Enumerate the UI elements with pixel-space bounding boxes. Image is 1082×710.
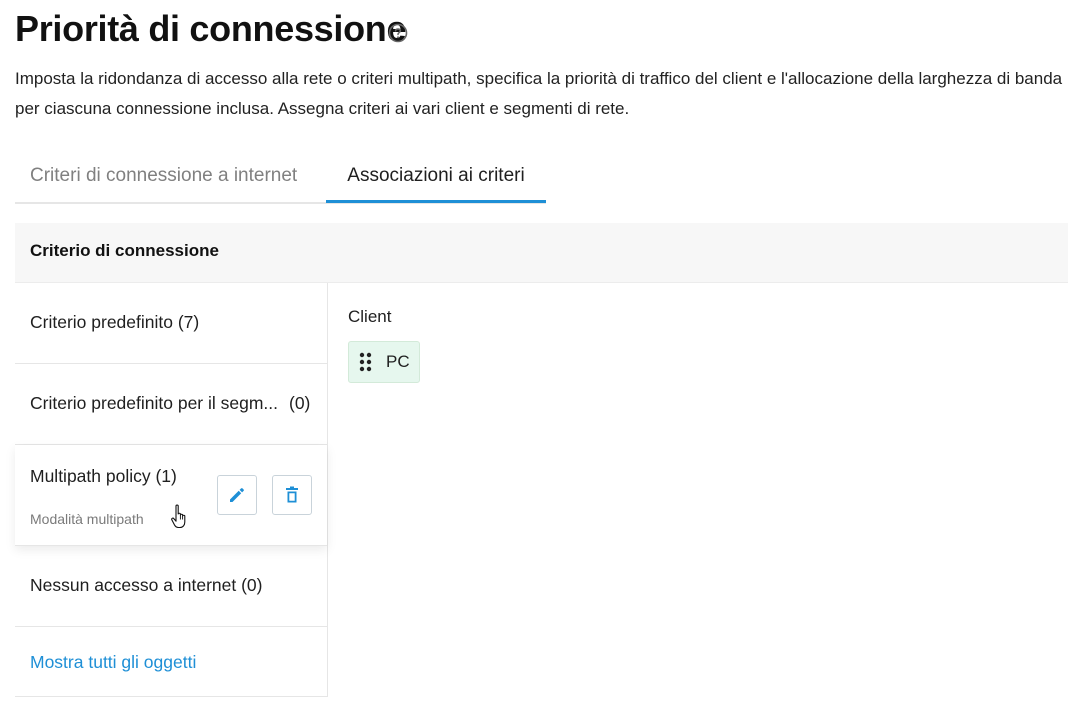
- pencil-icon: [230, 488, 244, 502]
- list-item-label: Criterio predefinito (7): [30, 312, 200, 332]
- list-item-sublabel: Modalità multipath: [30, 511, 144, 527]
- tab-internet-connection-criteria[interactable]: Criteri di connessione a internet: [30, 153, 297, 200]
- list-item-label: Multipath policy (1): [30, 466, 177, 486]
- tab-bar: Criteri di connessione a internet Associ…: [15, 153, 546, 204]
- panel-header-label: Criterio di connessione: [30, 241, 219, 260]
- tab-criteria-associations[interactable]: Associazioni ai criteri: [326, 153, 546, 203]
- criteria-list: Criterio predefinito (7) Criterio predef…: [15, 283, 328, 697]
- delete-button[interactable]: [272, 475, 312, 515]
- list-item-default-segment-criterion[interactable]: Criterio predefinito per il segm... (0): [15, 364, 327, 445]
- panel-header: Criterio di connessione: [15, 223, 1068, 283]
- clients-label: Client: [348, 307, 392, 326]
- list-item-default-criterion[interactable]: Criterio predefinito (7): [15, 283, 327, 364]
- page-description: Imposta la ridondanza di accesso alla re…: [15, 69, 1063, 118]
- client-chip-label: PC: [386, 352, 410, 371]
- list-item-no-internet[interactable]: Nessun accesso a internet (0): [15, 546, 327, 627]
- hand-pointer-icon: [171, 504, 186, 529]
- trash-icon: [286, 486, 298, 503]
- client-chip[interactable]: PC: [348, 341, 420, 383]
- edit-button[interactable]: [217, 475, 257, 515]
- list-item-count: (0): [289, 393, 311, 413]
- show-all-link-row[interactable]: Mostra tutti gli oggetti: [15, 627, 327, 697]
- list-item-label: Nessun accesso a internet (0): [30, 575, 263, 595]
- show-all-link[interactable]: Mostra tutti gli oggetti: [30, 652, 196, 673]
- list-item-multipath-policy[interactable]: Multipath policy (1) Modalità multipath: [15, 445, 327, 546]
- list-item-label: Criterio predefinito per il segm...: [30, 393, 279, 413]
- drag-handle-icon[interactable]: [359, 352, 373, 372]
- help-circle-icon[interactable]: [388, 23, 408, 43]
- page-title: Priorità di connessione: [15, 8, 407, 49]
